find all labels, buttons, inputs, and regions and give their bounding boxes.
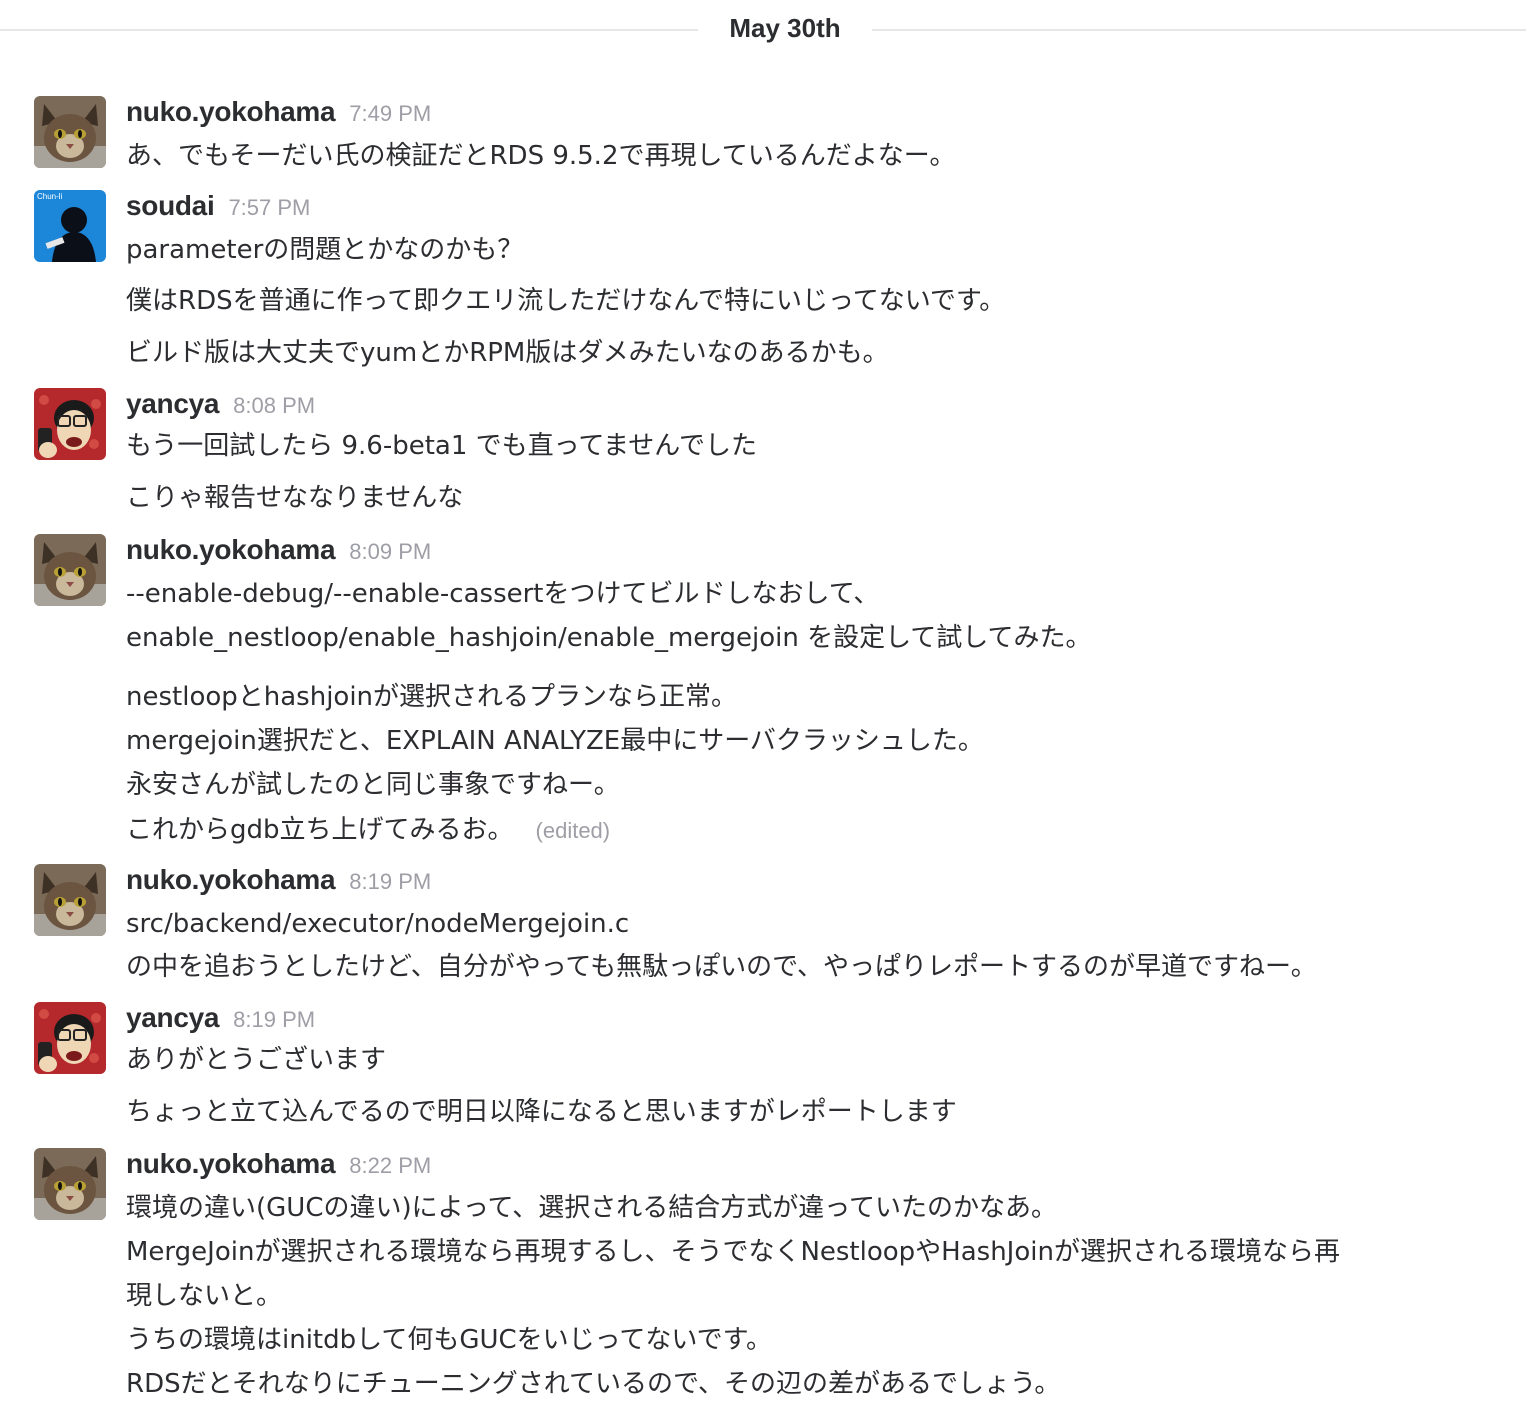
day-divider: May 30th [0,0,1526,58]
message-text-edited: これからgdb立ち上げてみるお。 (edited) [126,810,610,851]
message-text: あ、でもそーだい氏の検証だとRDS 9.5.2で再現しているんだよなー。 [126,141,956,171]
message-header: nuko.yokohama 8:22 PM [126,1148,431,1188]
author-name[interactable]: nuko.yokohama [126,1148,336,1179]
message-text: こりゃ報告せななりませんな [126,483,464,513]
message-text: MergeJoinが選択される環境なら再現するし、そうでなくNestloopやH… [126,1237,1340,1267]
author-name[interactable]: nuko.yokohama [126,96,336,127]
message-text: 永安さんが試したのと同じ事象ですねー。 [126,770,620,800]
timestamp[interactable]: 8:19 PM [349,869,431,894]
timestamp[interactable]: 8:08 PM [233,393,315,418]
timestamp[interactable]: 8:22 PM [349,1153,431,1178]
message-header: nuko.yokohama 8:19 PM [126,864,431,904]
avatar-cat[interactable] [34,534,106,606]
message-header: nuko.yokohama 7:49 PM [126,96,431,136]
avatar-cat[interactable] [34,1148,106,1220]
person-avatar-icon [34,1002,106,1074]
message-text: うちの環境はinitdbして何もGUCをいじってないです。 [126,1325,773,1355]
cat-avatar-icon [34,96,106,168]
message-text: 僕はRDSを普通に作って即クエリ流しただけなんで特にいじってないです。 [126,286,1006,316]
message-text: nestloopとhashjoinが選択されるプランなら正常。 [126,682,738,712]
cat-avatar-icon [34,534,106,606]
day-divider-label[interactable]: May 30th [698,8,872,48]
avatar-cat[interactable] [34,864,106,936]
author-name[interactable]: nuko.yokohama [126,534,336,565]
edited-label: (edited) [535,818,611,843]
message-text: の中を追おうとしたけど、自分がやっても無駄っぽいので、やっぱりレポートするのが早… [126,952,1317,982]
message-text: parameterの問題とかなのかも？ [126,235,524,265]
message-text: 現しないと。 [126,1281,283,1311]
author-name[interactable]: yancya [126,1002,219,1033]
timestamp[interactable]: 7:57 PM [228,195,310,220]
avatar-yancya[interactable] [34,388,106,460]
message-text: mergejoin選択だと、EXPLAIN ANALYZE最中にサーバクラッシュ… [126,726,984,756]
timestamp[interactable]: 7:49 PM [349,101,431,126]
message-header: soudai 7:57 PM [126,190,310,230]
person-avatar-icon [34,388,106,460]
timestamp[interactable]: 8:19 PM [233,1007,315,1032]
message-text: 環境の違い(GUCの違い)によって、選択される結合方式が違っていたのかなあ。 [126,1193,1057,1223]
avatar-label: Chun-li [37,192,63,201]
message-text: これからgdb立ち上げてみるお。 [126,815,514,845]
message-text: src/backend/executor/nodeMergejoin.c [126,909,630,939]
timestamp[interactable]: 8:09 PM [349,539,431,564]
message-text: enable_nestloop/enable_hashjoin/enable_m… [126,623,1092,653]
cat-avatar-icon [34,1148,106,1220]
message-text: もう一回試したら 9.6-beta1 でも直ってませんでした [126,431,757,461]
message-header: nuko.yokohama 8:09 PM [126,534,431,574]
author-name[interactable]: nuko.yokohama [126,864,336,895]
avatar-yancya[interactable] [34,1002,106,1074]
author-name[interactable]: yancya [126,388,219,419]
cat-avatar-icon [34,864,106,936]
message-text: ありがとうございます [126,1045,387,1075]
message-text: --enable-debug/--enable-cassertをつけてビルドしな… [126,579,880,609]
message-header: yancya 8:08 PM [126,388,315,428]
message-text: ビルド版は大丈夫でyumとかRPM版はダメみたいなのあるかも。 [126,338,889,368]
author-name[interactable]: soudai [126,190,215,221]
silhouette-avatar-icon: Chun-li [34,190,106,262]
message-text: RDSだとそれなりにチューニングされているので、その辺の差があるでしょう。 [126,1369,1061,1399]
avatar-soudai[interactable]: Chun-li [34,190,106,262]
message-text: ちょっと立て込んでるので明日以降になると思いますがレポートします [126,1097,957,1127]
message-header: yancya 8:19 PM [126,1002,315,1042]
avatar-cat[interactable] [34,96,106,168]
